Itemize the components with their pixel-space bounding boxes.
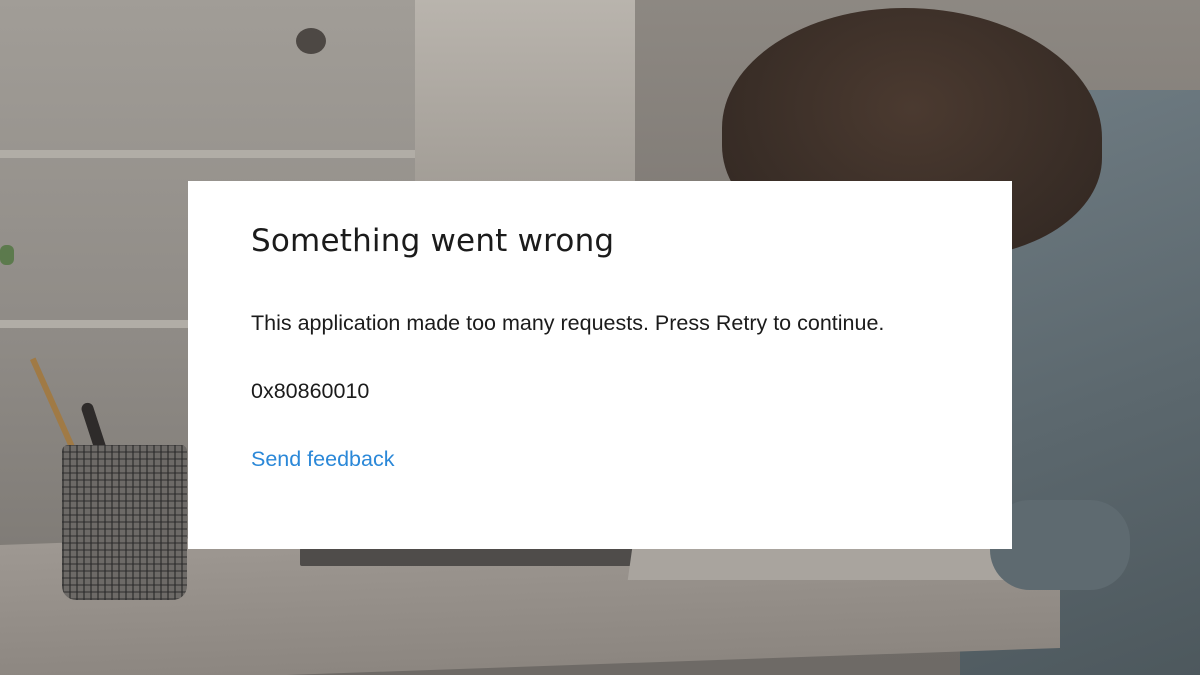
error-code: 0x80860010	[251, 379, 370, 403]
background-lamp	[296, 28, 326, 54]
send-feedback-link[interactable]: Send feedback	[251, 445, 394, 473]
background-plant	[0, 245, 14, 265]
background-shelf	[0, 150, 420, 158]
dialog-title: Something went wrong	[251, 223, 615, 259]
background-laptop	[300, 548, 645, 566]
background-paper	[627, 548, 1033, 580]
background-pencil-cup	[62, 445, 187, 600]
error-message: This application made too many requests.…	[251, 311, 885, 335]
error-dialog: Something went wrong This application ma…	[188, 181, 1012, 549]
